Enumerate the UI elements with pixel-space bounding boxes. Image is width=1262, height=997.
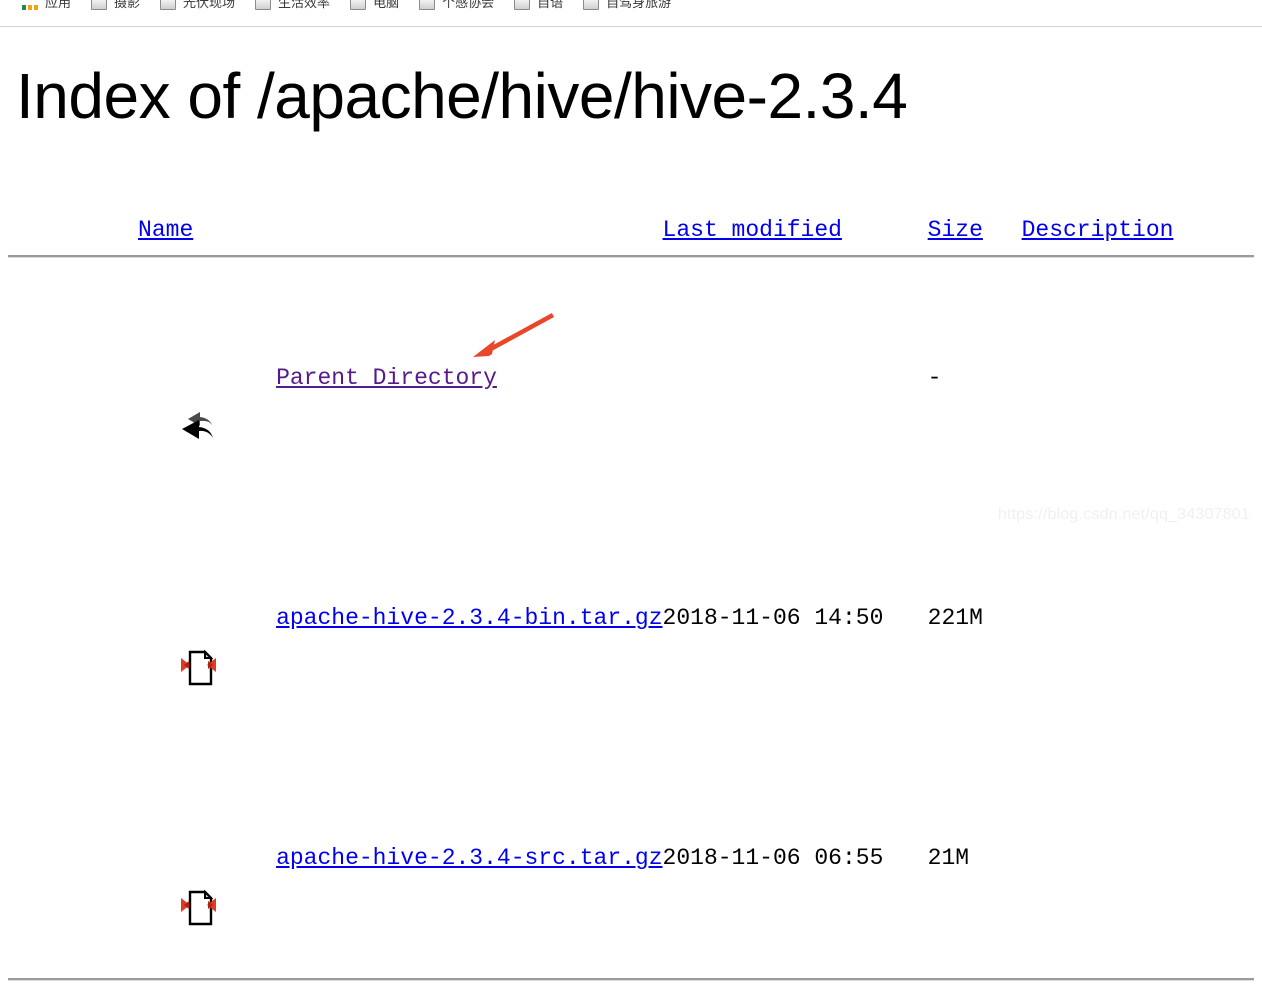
table-row: apache-hive-2.3.4-bin.tar.gz 2018-11-06 … (0, 498, 1262, 738)
file-link-src-tarball[interactable]: apache-hive-2.3.4-src.tar.gz (276, 845, 662, 871)
sort-by-description-link[interactable]: Description (1022, 217, 1174, 243)
bookmark-label: 电脑 (373, 0, 400, 11)
bookmark-label: 个感协会 (442, 0, 495, 11)
table-header-row: Name Last modified Size Description (0, 205, 1262, 255)
column-header-description[interactable]: Description (1022, 205, 1262, 255)
column-header-size[interactable]: Size (928, 205, 1022, 255)
bookmark-page-icon (419, 0, 436, 10)
bookmark-label: 自驾身旅游 (606, 0, 672, 11)
bookmark-page-icon (160, 0, 177, 10)
bookmark-page-icon (514, 0, 531, 10)
row-size-cell: 21M (927, 845, 970, 871)
header-icon-spacer (0, 205, 138, 255)
watermark-text: https://blog.csdn.net/qq_34307801 (997, 506, 1250, 523)
bookmark-label: 应用 (45, 0, 72, 11)
bookmark-item-1[interactable]: 摄影 (91, 0, 140, 15)
row-date-cell: 2018-11-06 06:55 (662, 845, 884, 871)
row-name-cell[interactable]: Parent Directory (138, 258, 663, 498)
horizontal-rule (8, 978, 1254, 981)
row-size-cell: 221M (927, 605, 983, 631)
bookmark-item-2[interactable]: 光伏现场 (160, 0, 235, 15)
bookmark-item-5[interactable]: 个感协会 (419, 0, 494, 15)
bookmark-page-icon (255, 0, 272, 10)
row-icon-cell (0, 258, 213, 498)
compressed-file-icon (12, 838, 216, 926)
row-name-cell[interactable]: apache-hive-2.3.4-src.tar.gz (138, 738, 662, 978)
row-description-cell (1022, 258, 1262, 498)
sort-by-size-link[interactable]: Size (928, 217, 983, 243)
row-icon-cell (0, 498, 216, 738)
directory-listing-table: Name Last modified Size Description Pare… (0, 205, 1262, 981)
row-name-cell[interactable]: apache-hive-2.3.4-bin.tar.gz (138, 498, 662, 738)
file-link-bin-tarball[interactable]: apache-hive-2.3.4-bin.tar.gz (276, 605, 662, 631)
bookmark-label: 摄影 (114, 0, 141, 11)
bookmark-item-7[interactable]: 自驾身旅游 (583, 0, 671, 15)
bookmark-page-icon (350, 0, 367, 10)
browser-bookmarks-bar: 应用 摄影 光伏现场 生活效率 电脑 个感协会 自语 自驾身旅游 (0, 0, 1262, 17)
bookmark-page-icon (91, 0, 108, 10)
footer-rule-row (0, 978, 1262, 981)
parent-directory-link[interactable]: Parent Directory (276, 365, 497, 391)
bookmark-label: 自语 (537, 0, 564, 11)
bookmark-page-icon (583, 0, 600, 10)
table-row: Parent Directory - (0, 258, 1262, 498)
directory-index-page: Index of /apache/hive/hive-2.3.4 Name La… (0, 27, 1262, 981)
bookmark-label: 光伏现场 (183, 0, 236, 11)
column-header-name[interactable]: Name (138, 205, 663, 255)
row-size-cell: - (927, 365, 942, 391)
compressed-file-icon (12, 598, 216, 686)
footer-rule-cell (0, 978, 1262, 981)
row-description-cell (1022, 738, 1262, 978)
page-title: Index of /apache/hive/hive-2.3.4 (16, 60, 908, 132)
bookmark-item-4[interactable]: 电脑 (350, 0, 399, 15)
table-row: apache-hive-2.3.4-src.tar.gz 2018-11-06 … (0, 738, 1262, 978)
sort-by-date-link[interactable]: Last modified (663, 217, 842, 243)
row-description-cell (1022, 498, 1262, 738)
parent-directory-icon (12, 358, 213, 439)
row-date-cell: 2018-11-06 14:50 (662, 605, 884, 631)
bookmark-item-6[interactable]: 自语 (514, 0, 563, 15)
row-icon-cell (0, 738, 216, 978)
bookmark-item-0[interactable]: 应用 (22, 0, 71, 15)
apps-grid-icon (22, 0, 38, 10)
column-header-last-modified[interactable]: Last modified (663, 205, 928, 255)
sort-by-name-link[interactable]: Name (138, 217, 193, 243)
bookmark-label: 生活效率 (278, 0, 331, 11)
bookmark-item-3[interactable]: 生活效率 (255, 0, 330, 15)
row-date-cell (663, 258, 928, 498)
